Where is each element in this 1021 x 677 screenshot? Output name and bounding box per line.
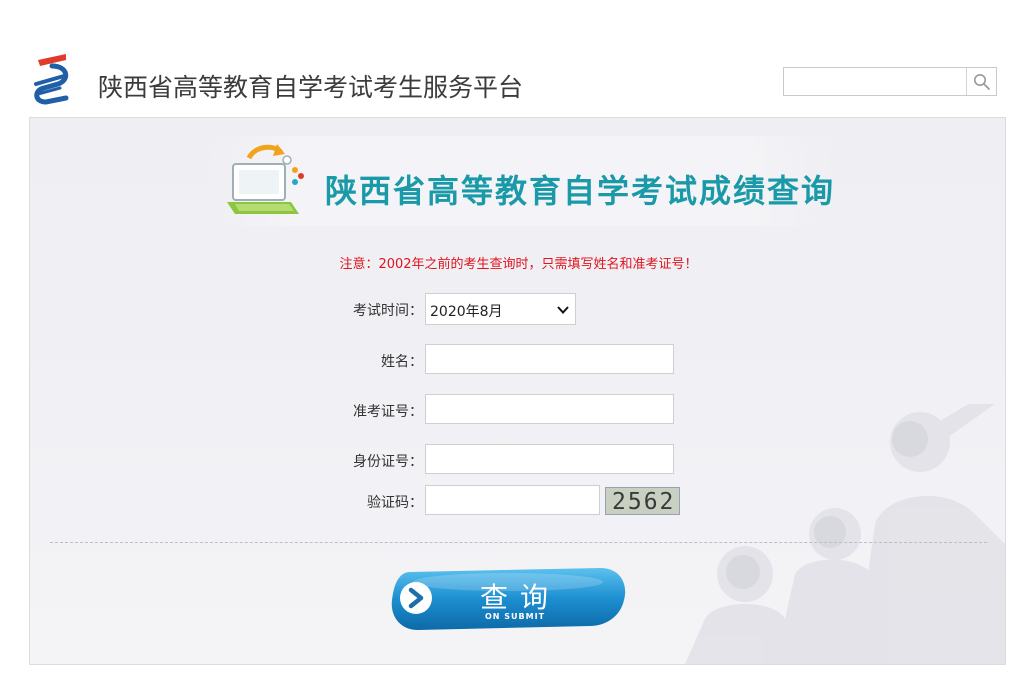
name-input[interactable] xyxy=(425,344,674,374)
exam-time-label: 考试时间： xyxy=(353,303,423,319)
captcha-image[interactable]: 2562 xyxy=(605,487,680,515)
query-panel: 陕西省高等教育自学考试成绩查询 注意：2002年之前的考生查询时，只需填写姓名和… xyxy=(29,117,1006,665)
id-label-wrap: 身份证号： xyxy=(280,444,423,476)
site-title: 陕西省高等教育自学考试考生服务平台 xyxy=(98,73,524,102)
banner-title: 陕西省高等教育自学考试成绩查询 xyxy=(325,172,836,210)
search-button[interactable] xyxy=(966,68,996,95)
exam-time-label-wrap: 考试时间： xyxy=(280,293,423,325)
notice-text: 注意：2002年之前的考生查询时，只需填写姓名和准考证号！ xyxy=(339,257,698,272)
submit-label-cn: 查询 xyxy=(480,581,561,614)
search-icon xyxy=(973,73,990,90)
form-divider xyxy=(50,542,987,543)
id-number-input[interactable] xyxy=(425,444,674,474)
search-box xyxy=(783,67,997,96)
captcha-input[interactable] xyxy=(425,485,600,515)
computer-search-icon xyxy=(227,144,304,214)
ticket-number-label: 准考证号： xyxy=(353,404,423,420)
page-header: 陕西省高等教育自学考试考生服务平台 xyxy=(0,0,1021,117)
exam-time-select[interactable]: 2020年8月 xyxy=(425,293,576,325)
ticket-number-input[interactable] xyxy=(425,394,674,424)
ticket-label-wrap: 准考证号： xyxy=(280,394,423,426)
name-label-wrap: 姓名： xyxy=(280,344,423,376)
banner: 陕西省高等教育自学考试成绩查询 xyxy=(205,136,835,226)
chevron-down-icon xyxy=(557,306,569,314)
captcha-label: 验证码： xyxy=(367,495,423,511)
submit-label-en: ON SUBMIT xyxy=(485,612,546,621)
site-logo-icon xyxy=(34,54,69,105)
captcha-image-text: 2562 xyxy=(612,489,676,515)
captcha-label-wrap: 验证码： xyxy=(280,485,423,517)
name-label: 姓名： xyxy=(381,354,423,370)
search-input[interactable] xyxy=(784,68,968,95)
id-number-label: 身份证号： xyxy=(353,454,423,470)
students-photo xyxy=(685,404,1005,664)
exam-time-value: 2020年8月 xyxy=(430,304,503,320)
submit-button[interactable]: 查询 ON SUBMIT xyxy=(390,568,628,630)
